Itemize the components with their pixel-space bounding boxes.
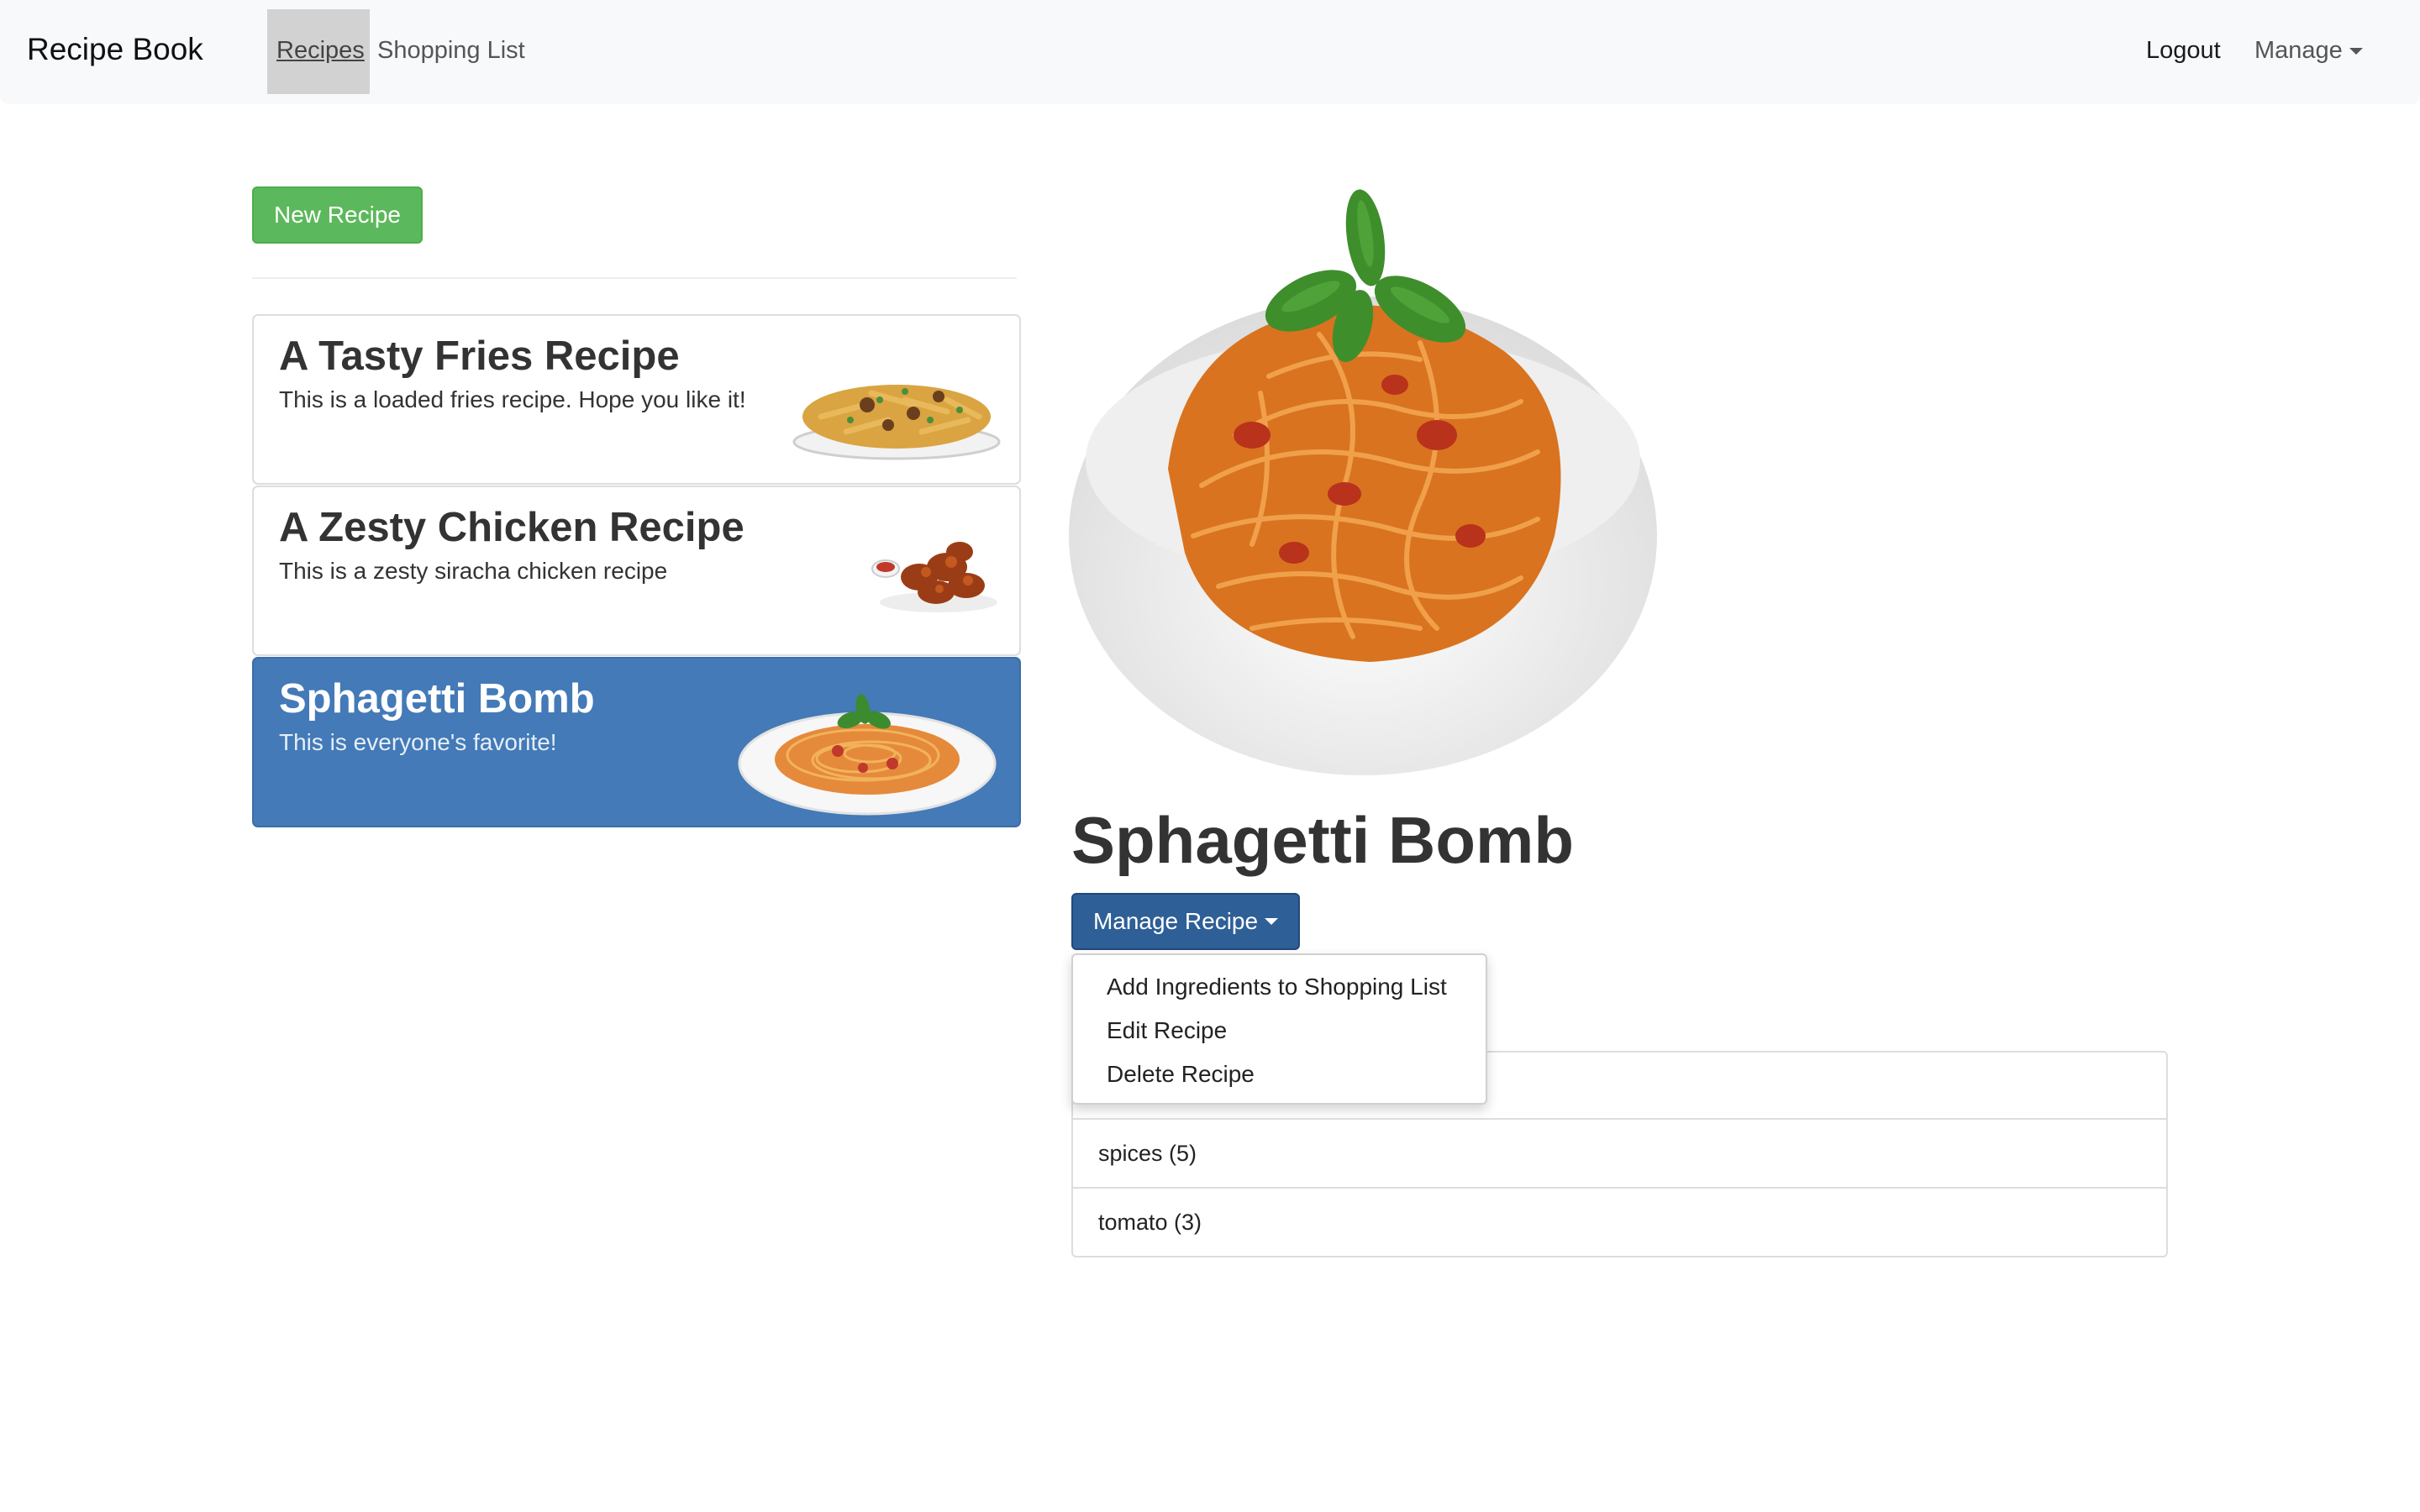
menu-item-add-to-shopping-list[interactable]: Add Ingredients to Shopping List: [1073, 965, 1486, 1009]
manage-dropdown-toggle[interactable]: Manage: [2254, 37, 2363, 65]
recipe-detail-title: Sphagetti Bomb: [1071, 803, 1574, 877]
menu-item-delete-recipe[interactable]: Delete Recipe: [1073, 1053, 1486, 1096]
top-navbar: Recipe Book Recipes Shopping List Logout…: [0, 0, 2420, 104]
brand-link[interactable]: Recipe Book: [27, 32, 203, 67]
recipe-name: A Zesty Chicken Recipe: [279, 505, 744, 550]
recipe-card-fries[interactable]: A Tasty Fries Recipe This is a loaded fr…: [252, 314, 1021, 485]
recipe-description: This is a zesty siracha chicken recipe: [279, 558, 668, 584]
ingredient-item: spices (5): [1071, 1120, 2168, 1189]
menu-item-edit-recipe[interactable]: Edit Recipe: [1073, 1009, 1486, 1053]
caret-down-icon: [2349, 48, 2363, 55]
manage-label: Manage: [2254, 37, 2343, 64]
recipe-card-spaghetti[interactable]: Sphagetti Bomb This is everyone's favori…: [252, 657, 1021, 827]
recipe-detail-image: [1069, 189, 1657, 775]
recipe-name: A Tasty Fries Recipe: [279, 333, 680, 379]
recipe-name: Sphagetti Bomb: [279, 676, 595, 722]
recipe-card-chicken[interactable]: A Zesty Chicken Recipe This is a zesty s…: [252, 486, 1021, 656]
nav-link-shopping-list[interactable]: Shopping List: [377, 37, 525, 65]
loaded-fries-image: [792, 385, 1001, 460]
recipe-description: This is a loaded fries recipe. Hope you …: [279, 386, 746, 412]
spaghetti-plate-image: [738, 694, 997, 816]
ingredient-item: tomato (3): [1071, 1189, 2168, 1257]
nav-link-logout[interactable]: Logout: [2146, 37, 2221, 65]
divider: [252, 277, 1017, 279]
chicken-wings-image: [871, 542, 997, 612]
manage-recipe-label: Manage Recipe: [1092, 908, 1259, 934]
nav-link-recipes[interactable]: Recipes: [276, 37, 365, 65]
manage-recipe-button[interactable]: Manage Recipe: [1071, 893, 1300, 950]
caret-down-icon: [1265, 918, 1279, 925]
manage-recipe-dropdown-menu: Add Ingredients to Shopping List Edit Re…: [1071, 953, 1487, 1105]
recipe-description: This is everyone's favorite!: [279, 729, 557, 755]
new-recipe-button[interactable]: New Recipe: [252, 186, 423, 244]
